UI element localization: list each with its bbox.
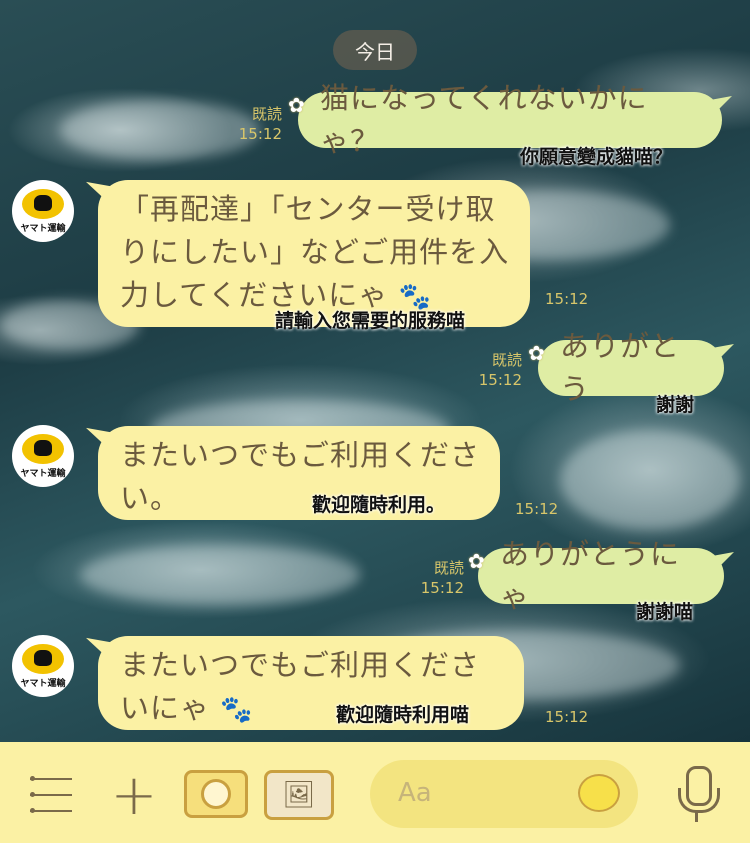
- lemon-emoji-icon[interactable]: [578, 774, 620, 812]
- avatar[interactable]: ヤマト運輸: [12, 425, 74, 487]
- message-subtitle: 你願意變成貓喵？: [520, 146, 673, 168]
- microphone-icon[interactable]: [676, 766, 720, 824]
- message-read-meta: 既読 15:12: [420, 559, 464, 597]
- paw-icon: 🐾: [220, 694, 254, 725]
- message-bubble-outgoing[interactable]: ✿ ありがとう: [528, 329, 724, 406]
- menu-icon[interactable]: [30, 776, 72, 813]
- input-placeholder: Aa: [398, 778, 432, 808]
- message-read-meta: 既読 15:12: [238, 105, 282, 143]
- flower-icon: ✿: [468, 549, 486, 573]
- message-text: 「再配達」「センター受け取りにしたい」などご用件を入力してくださいにゃ: [120, 192, 510, 312]
- black-cat-logo-icon: [22, 433, 64, 464]
- message-bubble-outgoing[interactable]: ✿ ありがとうにゃ: [468, 537, 724, 614]
- avatar[interactable]: ヤマト運輸: [12, 635, 74, 697]
- message-subtitle: 歡迎隨時利用喵: [336, 704, 470, 726]
- message-input[interactable]: Aa: [370, 760, 638, 828]
- black-cat-logo-icon: [22, 188, 64, 219]
- photo-icon[interactable]: 🖼: [264, 770, 334, 820]
- message-subtitle: 謝謝喵: [636, 601, 694, 623]
- message-read-meta: 既読 15:12: [478, 351, 522, 389]
- message-bubble-incoming[interactable]: 「再配達」「センター受け取りにしたい」などご用件を入力してくださいにゃ 🐾: [98, 180, 530, 327]
- message-subtitle: 請輸入您需要的服務喵: [275, 310, 466, 332]
- message-time: 15:12: [545, 708, 589, 726]
- plus-icon[interactable]: +: [110, 768, 158, 824]
- avatar-label: ヤマト運輸: [20, 468, 66, 479]
- avatar-label: ヤマト運輸: [20, 678, 66, 689]
- message-subtitle: 歡迎隨時利用。: [312, 494, 446, 516]
- date-divider: 今日: [333, 30, 417, 70]
- avatar-label: ヤマト運輸: [20, 223, 66, 234]
- flower-icon: ✿: [528, 341, 546, 365]
- black-cat-logo-icon: [22, 643, 64, 674]
- message-subtitle: 謝謝: [656, 394, 695, 416]
- flower-icon: ✿: [288, 93, 306, 117]
- avatar[interactable]: ヤマト運輸: [12, 180, 74, 242]
- message-time: 15:12: [545, 290, 589, 308]
- message-bubble-outgoing[interactable]: ✿ 猫になってくれないかにゃ？: [288, 81, 722, 158]
- message-time: 15:12: [515, 500, 559, 518]
- camera-icon[interactable]: [184, 770, 248, 818]
